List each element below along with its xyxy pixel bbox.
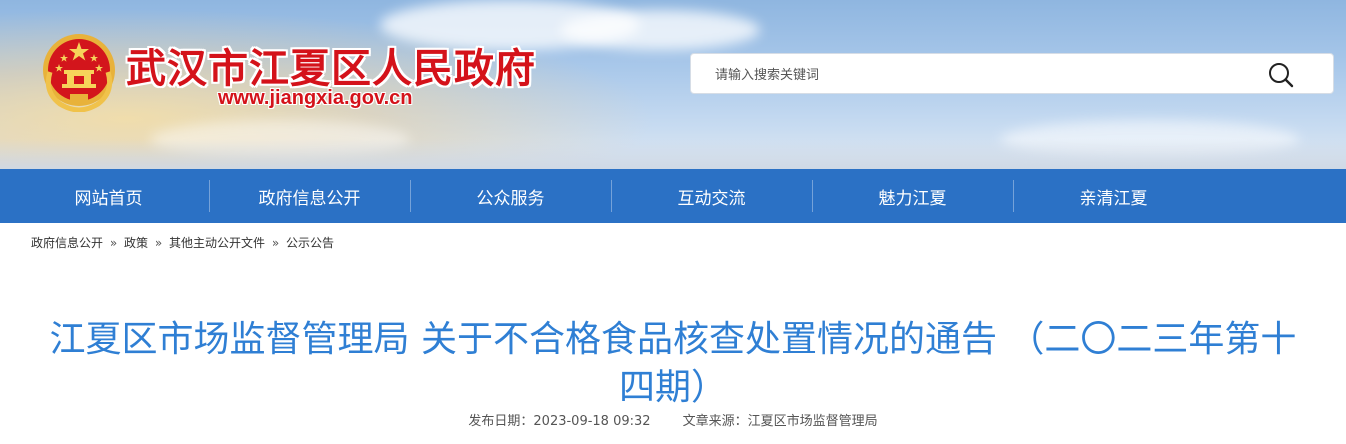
header-banner: 武汉市江夏区人民政府 www.jiangxia.gov.cn [0, 0, 1346, 169]
banner-cloud [560, 10, 760, 50]
nav-item-interaction[interactable]: 互动交流 [611, 169, 812, 223]
breadcrumb-link-other-files[interactable]: 其他主动公开文件 [169, 236, 265, 250]
breadcrumb: 政府信息公开 » 政策 » 其他主动公开文件 » 公示公告 [31, 234, 334, 251]
source-label: 文章来源： [682, 414, 748, 429]
national-emblem-icon [43, 34, 115, 112]
nav-item-home[interactable]: 网站首页 [8, 169, 209, 223]
article-source: 江夏区市场监督管理局 [747, 414, 878, 429]
site-url[interactable]: www.jiangxia.gov.cn [218, 87, 412, 110]
search-input[interactable] [713, 64, 1257, 86]
search-icon[interactable] [1267, 61, 1295, 89]
nav-item-gov-info[interactable]: 政府信息公开 [209, 169, 410, 223]
banner-skyline [0, 139, 1346, 169]
publish-date: 2023-09-18 09:32 [533, 414, 651, 429]
breadcrumb-link-announcements[interactable]: 公示公告 [286, 236, 334, 250]
search-box [690, 53, 1334, 94]
breadcrumb-link-gov-info[interactable]: 政府信息公开 [31, 236, 103, 250]
nav-item-charm-jiangxia[interactable]: 魅力江夏 [812, 169, 1013, 223]
breadcrumb-link-policy[interactable]: 政策 [124, 236, 148, 250]
main-nav: 网站首页 政府信息公开 公众服务 互动交流 魅力江夏 亲清江夏 [0, 169, 1346, 223]
nav-item-qinqing-jiangxia[interactable]: 亲清江夏 [1013, 169, 1214, 223]
article-title: 江夏区市场监督管理局 关于不合格食品核查处置情况的通告 （二〇二三年第十四期） [49, 319, 1297, 409]
nav-item-public-service[interactable]: 公众服务 [410, 169, 611, 223]
breadcrumb-separator: » [154, 236, 163, 250]
site-title[interactable]: 武汉市江夏区人民政府 [126, 36, 536, 94]
breadcrumb-separator: » [271, 236, 280, 250]
article-meta: 发布日期：2023-09-18 09:32 文章来源：江夏区市场监督管理局 [0, 410, 1346, 429]
breadcrumb-separator: » [109, 236, 118, 250]
publish-date-label: 发布日期： [468, 414, 534, 429]
